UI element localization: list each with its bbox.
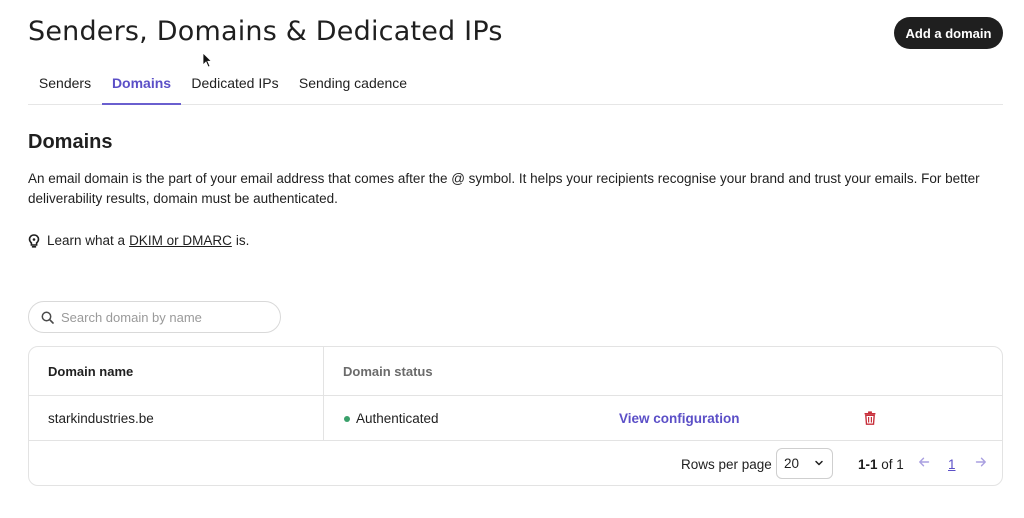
range-bold: 1-1: [858, 457, 878, 472]
search-icon: [41, 311, 54, 324]
section-description: An email domain is the part of your emai…: [28, 171, 980, 206]
column-header-domain-name: Domain name: [48, 364, 134, 379]
view-configuration-link[interactable]: View configuration: [619, 411, 740, 426]
page-title: Senders, Domains & Dedicated IPs: [28, 16, 503, 47]
search-box[interactable]: [28, 301, 281, 333]
page-number-link[interactable]: 1: [948, 457, 956, 472]
table-header-row: Domain name Domain status: [29, 347, 1002, 396]
pagination-range: 1-1 of 1: [858, 457, 904, 472]
rows-per-page-select[interactable]: 20: [776, 448, 833, 479]
arrow-left-icon[interactable]: [918, 456, 930, 468]
range-rest: of 1: [881, 457, 904, 472]
tab-dedicated-ips[interactable]: Dedicated IPs: [181, 64, 289, 105]
pagination-bar: Rows per page 20 1-1 of 1 1: [29, 441, 1002, 485]
learn-prefix: Learn what a: [47, 233, 126, 248]
section-title: Domains: [28, 131, 113, 153]
lightbulb-icon: [28, 233, 40, 249]
tab-bar: Senders Domains Dedicated IPs Sending ca…: [28, 64, 1003, 105]
domains-table: Domain name Domain status starkindustrie…: [28, 346, 1003, 486]
search-input[interactable]: [61, 309, 261, 325]
tab-sending-cadence[interactable]: Sending cadence: [289, 64, 417, 105]
tab-senders[interactable]: Senders: [28, 64, 102, 105]
tab-domains[interactable]: Domains: [102, 64, 181, 105]
add-domain-button[interactable]: Add a domain: [894, 17, 1003, 49]
learn-suffix: is.: [235, 233, 250, 248]
page: Senders, Domains & Dedicated IPs Add a d…: [0, 0, 1024, 518]
status-dot-icon: [344, 416, 350, 422]
dkim-dmarc-link[interactable]: DKIM or DMARC: [129, 232, 232, 250]
table-row: starkindustries.be Authenticated View co…: [29, 396, 1002, 441]
learn-more-line: Learn what a DKIM or DMARC is.: [28, 232, 249, 250]
mouse-cursor-icon: [202, 52, 213, 68]
arrow-right-icon[interactable]: [975, 456, 987, 468]
chevron-down-icon: [814, 458, 824, 468]
rows-per-page-label: Rows per page: [681, 457, 772, 472]
domain-name-cell: starkindustries.be: [48, 411, 154, 426]
domain-status-cell: Authenticated: [356, 411, 439, 426]
trash-icon[interactable]: [864, 411, 876, 425]
column-header-domain-status: Domain status: [343, 364, 433, 379]
rows-per-page-value: 20: [784, 456, 800, 471]
